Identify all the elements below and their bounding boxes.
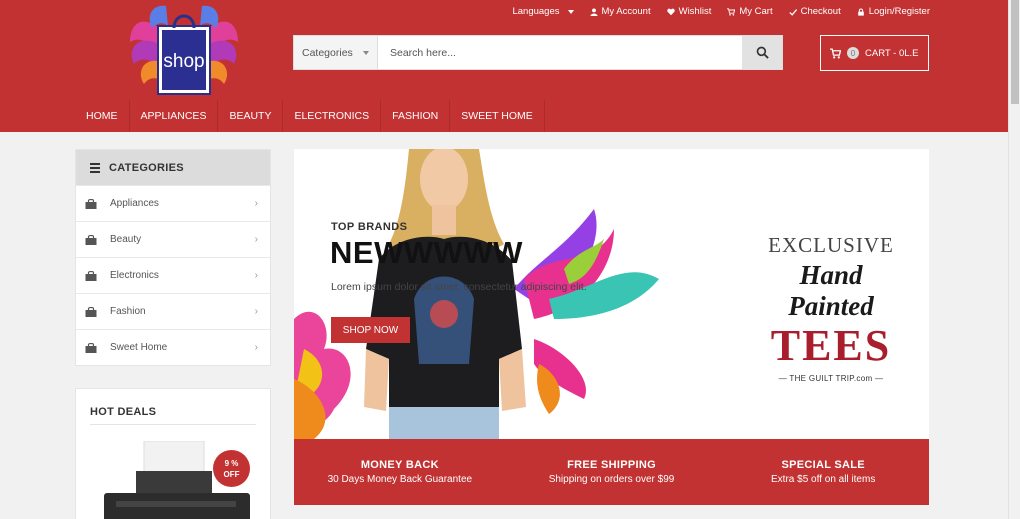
check-icon <box>788 8 797 16</box>
my-cart-label: My Cart <box>739 6 773 17</box>
search-category-label: Categories <box>302 46 353 59</box>
hot-deals-panel: HOT DEALS 9 % OFF <box>75 388 271 519</box>
nav-item-appliances[interactable]: APPLIANCES <box>130 100 219 132</box>
categories-panel: CATEGORIES Appliances › Beauty › Electro… <box>75 149 271 366</box>
search-bar: Categories <box>293 35 783 70</box>
cart-button[interactable]: 0 CART - 0L.E <box>820 35 929 71</box>
cart-count-badge: 0 <box>847 47 859 59</box>
category-label: Appliances <box>110 198 159 209</box>
ad-line-hand-painted: Hand Painted <box>788 260 874 321</box>
svg-text:shop: shop <box>163 51 204 72</box>
shopping-bag-icon <box>85 270 97 281</box>
login-register-label: Login/Register <box>868 6 930 17</box>
category-item-sweet-home[interactable]: Sweet Home › <box>76 329 270 365</box>
banner-ad-text: EXCLUSIVE Hand Painted TEES — THE GUILT … <box>756 233 906 383</box>
category-label: Electronics <box>110 270 159 281</box>
heart-icon <box>666 8 675 15</box>
cart-label: CART - 0L.E <box>865 47 919 59</box>
search-button[interactable] <box>742 36 782 69</box>
nav-item-beauty[interactable]: BEAUTY <box>218 100 284 132</box>
feature-title: SPECIAL SALE <box>781 459 865 471</box>
scrollbar-thumb[interactable] <box>1011 0 1019 104</box>
site-header: shop Languages My Account Wishlist My Ca… <box>0 0 1008 132</box>
category-label: Fashion <box>110 306 146 317</box>
category-item-beauty[interactable]: Beauty › <box>76 221 270 257</box>
banner-subtitle: Lorem ipsum dolor sit amet, consectetur … <box>331 281 587 293</box>
ad-line-tees: TEES <box>770 321 892 370</box>
main-nav: HOME APPLIANCES BEAUTY ELECTRONICS FASHI… <box>75 100 545 132</box>
languages-dropdown[interactable]: Languages <box>512 6 574 17</box>
category-item-fashion[interactable]: Fashion › <box>76 293 270 329</box>
nav-item-fashion[interactable]: FASHION <box>381 100 451 132</box>
checkout-link[interactable]: Checkout <box>788 6 841 17</box>
shopping-bag-icon <box>85 234 97 245</box>
menu-icon <box>90 161 100 175</box>
top-utility-links: Languages My Account Wishlist My Cart Ch… <box>512 6 930 17</box>
categories-header: CATEGORIES <box>76 150 270 185</box>
caret-down-icon <box>363 50 369 55</box>
category-label: Beauty <box>110 234 142 245</box>
wishlist-label: Wishlist <box>678 6 712 17</box>
discount-word: OFF <box>223 469 240 479</box>
chevron-right-icon: › <box>254 198 258 209</box>
shopping-bag-icon <box>85 306 97 317</box>
feature-special-sale: SPECIAL SALE Extra $5 off on all items <box>717 439 929 505</box>
category-item-electronics[interactable]: Electronics › <box>76 257 270 293</box>
my-account-link[interactable]: My Account <box>589 6 651 17</box>
banner-headline: NEWWWWW <box>330 235 523 270</box>
search-icon <box>756 46 769 59</box>
chevron-right-icon: › <box>254 234 258 245</box>
checkout-label: Checkout <box>800 6 841 17</box>
page-scrollbar[interactable] <box>1008 0 1020 519</box>
category-label: Sweet Home <box>110 342 168 353</box>
cart-icon <box>727 7 736 16</box>
hot-deals-title: HOT DEALS <box>90 406 157 418</box>
feature-description: 30 Days Money Back Guarantee <box>327 474 473 485</box>
categories-title: CATEGORIES <box>109 161 184 174</box>
cart-icon <box>830 47 841 58</box>
features-strip: MONEY BACK 30 Days Money Back Guarantee … <box>294 439 929 505</box>
shop-now-button[interactable]: SHOP NOW <box>331 317 410 343</box>
discount-badge: 9 % OFF <box>213 450 250 487</box>
ad-line-exclusive: EXCLUSIVE <box>768 233 894 257</box>
chevron-right-icon: › <box>254 306 258 317</box>
nav-item-sweet-home[interactable]: SWEET HOME <box>450 100 545 132</box>
banner-brand-label: TOP BRANDS <box>331 221 408 233</box>
caret-down-icon <box>567 9 574 14</box>
lock-icon <box>857 7 864 16</box>
feature-title: MONEY BACK <box>360 459 439 471</box>
search-input[interactable] <box>378 36 742 69</box>
feature-description: Shipping on orders over $99 <box>548 474 675 485</box>
feature-free-shipping: FREE SHIPPING Shipping on orders over $9… <box>506 439 718 505</box>
wishlist-link[interactable]: Wishlist <box>666 6 712 17</box>
login-register-link[interactable]: Login/Register <box>857 6 930 17</box>
feature-description: Extra $5 off on all items <box>771 474 876 485</box>
feature-title: FREE SHIPPING <box>567 459 656 471</box>
divider <box>90 424 256 425</box>
category-item-appliances[interactable]: Appliances › <box>76 185 270 221</box>
my-cart-link[interactable]: My Cart <box>727 6 773 17</box>
hero-banner: TOP BRANDS NEWWWWW Lorem ipsum dolor sit… <box>294 149 929 439</box>
ad-line-guilt-trip: — THE GUILT TRIP.com — <box>778 374 884 383</box>
user-icon <box>589 7 598 16</box>
shopping-bag-icon <box>85 342 97 353</box>
chevron-right-icon: › <box>254 270 258 281</box>
chevron-right-icon: › <box>254 342 258 353</box>
nav-item-home[interactable]: HOME <box>75 100 130 132</box>
shop-logo[interactable]: shop <box>122 2 246 98</box>
search-category-select[interactable]: Categories <box>294 36 378 69</box>
my-account-label: My Account <box>601 6 651 17</box>
feature-money-back: MONEY BACK 30 Days Money Back Guarantee <box>294 439 506 505</box>
nav-item-electronics[interactable]: ELECTRONICS <box>283 100 382 132</box>
languages-label: Languages <box>512 6 560 17</box>
shopping-bag-icon <box>85 198 97 209</box>
discount-value: 9 % <box>224 458 239 468</box>
